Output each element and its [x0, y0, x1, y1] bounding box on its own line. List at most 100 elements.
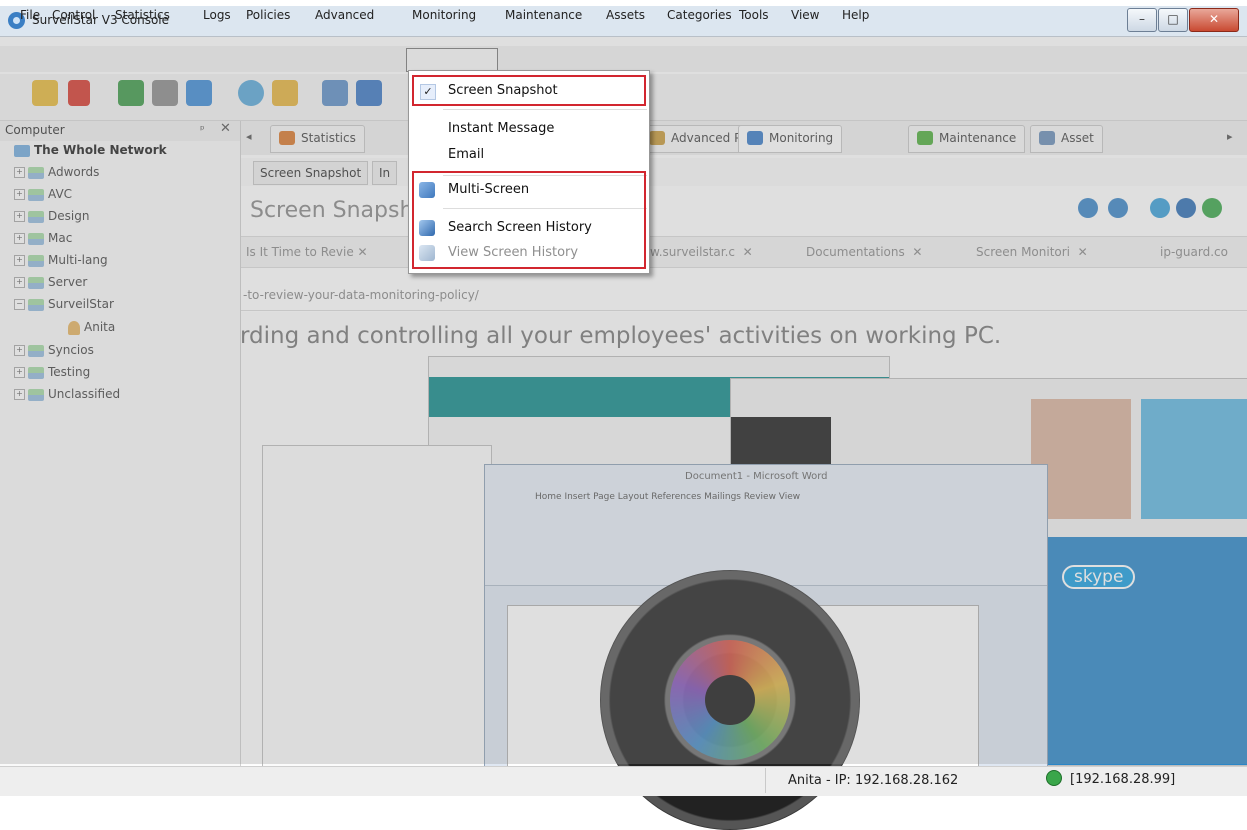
tree-group-mac[interactable]: + Mac [14, 231, 72, 245]
browser-tab-label: Documentations [806, 245, 905, 259]
browser-tab-label: w.surveilstar.c [650, 245, 736, 259]
menu-tools[interactable]: Tools [739, 8, 769, 22]
menu-help[interactable]: Help [842, 8, 869, 22]
tab-maintenance[interactable]: Maintenance [908, 125, 1026, 153]
import-icon[interactable] [118, 80, 144, 106]
tree-group-server[interactable]: + Server [14, 275, 87, 289]
menu-control[interactable]: Control [52, 8, 95, 22]
tab-label: Asset [1061, 131, 1094, 145]
menu-monitoring[interactable]: Monitoring [412, 8, 476, 22]
menu-advanced[interactable]: Advanced [315, 8, 374, 22]
browser-tab-2[interactable]: w.surveilstar.c ✕ [650, 245, 753, 259]
new-folder-icon[interactable] [32, 80, 58, 106]
tab-scroll-right[interactable]: ▸ [1227, 130, 1233, 143]
expand-icon[interactable]: + [14, 233, 25, 244]
group-icon [28, 366, 44, 379]
tree-group-label: Multi-lang [48, 253, 108, 267]
group-icon [28, 210, 44, 223]
screenshot-collage-youtube [262, 445, 492, 767]
close-tab-icon[interactable]: ✕ [912, 245, 922, 259]
url-bar[interactable]: -to-review-your-data-monitoring-policy/ [243, 288, 479, 302]
tree-group-label: Design [48, 209, 90, 223]
copy-icon[interactable] [322, 80, 348, 106]
statistics-icon [279, 131, 295, 145]
group-icon [28, 254, 44, 267]
tree-group-avc[interactable]: + AVC [14, 187, 72, 201]
tree-group-unclassified[interactable]: + Unclassified [14, 387, 120, 401]
collapse-icon[interactable]: − [14, 299, 25, 310]
close-tab-icon[interactable]: ✕ [743, 245, 753, 259]
menu-file[interactable]: File [20, 8, 40, 22]
tree-group-testing[interactable]: + Testing [14, 365, 90, 379]
menu-policies[interactable]: Policies [246, 8, 290, 22]
sky-image [1141, 399, 1247, 519]
expand-icon[interactable]: + [14, 189, 25, 200]
tree-group-multi-lang[interactable]: + Multi-lang [14, 253, 108, 267]
expand-icon[interactable]: + [14, 167, 25, 178]
expand-icon[interactable]: + [14, 367, 25, 378]
computer-panel-title: Computer [5, 123, 65, 137]
tree-group-surveilstar[interactable]: − SurveilStar [14, 297, 114, 311]
status-user-ip: Anita - IP: 192.168.28.162 [788, 773, 959, 788]
server-ip: [192.168.28.99] [1070, 772, 1176, 787]
tab-monitoring[interactable]: Monitoring [738, 125, 843, 153]
print-preview-icon[interactable] [186, 80, 212, 106]
menu-logs[interactable]: Logs [203, 8, 231, 22]
tree-computer-anita[interactable]: Anita [68, 320, 115, 335]
tree-group-label: Syncios [48, 343, 94, 357]
tree-group-adwords[interactable]: + Adwords [14, 165, 99, 179]
menu-item-instant-message[interactable]: Instant Message [411, 117, 647, 141]
delete-icon[interactable] [68, 80, 90, 106]
close-button[interactable]: ✕ [1189, 8, 1239, 32]
options-icon[interactable] [1108, 198, 1128, 218]
menu-categories[interactable]: Categories [667, 8, 732, 22]
subtab-instant-message[interactable]: In [372, 161, 398, 185]
word-ribbon [485, 465, 1047, 586]
group-icon [28, 276, 44, 289]
tab-scroll-left[interactable]: ◂ [246, 130, 252, 143]
refresh-icon[interactable] [238, 80, 264, 106]
close-tab-icon[interactable]: ✕ [1078, 245, 1088, 259]
browser-tab-label: Is It Time to Revie [246, 245, 354, 259]
previous-icon[interactable] [1150, 198, 1170, 218]
expand-icon[interactable]: + [14, 389, 25, 400]
tree-root[interactable]: The Whole Network [14, 143, 167, 157]
tab-asset[interactable]: Asset [1030, 125, 1103, 153]
minimize-button[interactable]: – [1127, 8, 1157, 32]
close-tab-icon[interactable]: ✕ [358, 245, 368, 259]
zoom-icon[interactable] [1176, 198, 1196, 218]
tree-group-label: AVC [48, 187, 73, 201]
menu-view[interactable]: View [791, 8, 819, 22]
tree-group-label: Mac [48, 231, 73, 245]
screen-icon[interactable] [356, 80, 382, 106]
tree-group-design[interactable]: + Design [14, 209, 89, 223]
tab-statistics[interactable]: Statistics [270, 125, 365, 153]
menu-statistics[interactable]: Statistics [115, 8, 170, 22]
expand-icon[interactable]: + [14, 211, 25, 222]
play-icon[interactable] [1202, 198, 1222, 218]
menu-separator [443, 109, 647, 110]
tree-computer-label: Anita [84, 320, 116, 334]
policy-icon [649, 131, 665, 145]
tree-group-label: Server [48, 275, 88, 289]
browser-tab-4[interactable]: Screen Monitori ✕ [976, 245, 1088, 259]
pin-icon[interactable]: ᵖ [200, 123, 205, 136]
subtab-screen-snapshot[interactable]: Screen Snapshot [253, 161, 369, 185]
maximize-button[interactable]: □ [1158, 8, 1188, 32]
browser-tab-1[interactable]: Is It Time to Revie ✕ [246, 245, 368, 259]
browser-tab-5[interactable]: ip-guard.co [1160, 245, 1228, 259]
browser-tab-3[interactable]: Documentations ✕ [806, 245, 922, 259]
panel-close-icon[interactable]: ✕ [220, 121, 231, 136]
save-snapshot-icon[interactable] [1078, 198, 1098, 218]
expand-icon[interactable]: + [14, 345, 25, 356]
menu-item-email[interactable]: Email [411, 143, 647, 167]
print-icon[interactable] [152, 80, 178, 106]
find-icon[interactable] [272, 80, 298, 106]
tree-root-label: The Whole Network [34, 143, 167, 157]
expand-icon[interactable]: + [14, 255, 25, 266]
menu-assets[interactable]: Assets [606, 8, 645, 22]
expand-icon[interactable]: + [14, 277, 25, 288]
tree-group-syncios[interactable]: + Syncios [14, 343, 94, 357]
menu-maintenance[interactable]: Maintenance [505, 8, 582, 22]
tab-label: Maintenance [939, 131, 1017, 145]
